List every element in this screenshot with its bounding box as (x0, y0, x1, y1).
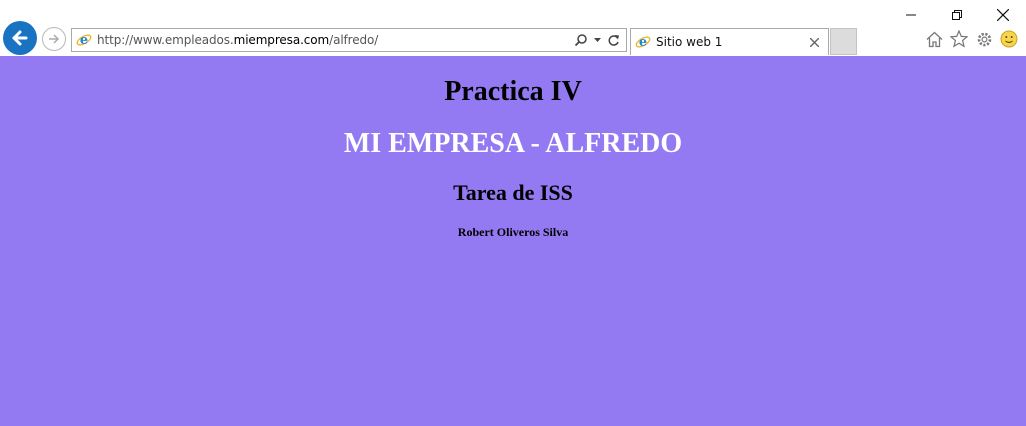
forward-button[interactable] (42, 27, 66, 51)
window-controls (888, 0, 1026, 30)
svg-text:e: e (639, 35, 647, 50)
settings-button[interactable] (975, 30, 993, 48)
smiley-icon (1000, 30, 1018, 48)
page-heading-practica: Practica IV (444, 76, 582, 107)
back-button[interactable] (3, 21, 37, 55)
ie-logo-icon: e (635, 35, 651, 50)
svg-text:e: e (80, 33, 88, 48)
minimize-button[interactable] (888, 0, 934, 30)
close-window-button[interactable] (980, 0, 1026, 30)
tab-label: Sitio web 1 (656, 35, 723, 49)
restore-icon (952, 10, 962, 20)
close-icon (809, 37, 819, 47)
close-icon (997, 9, 1009, 21)
browser-toolbar (925, 30, 1018, 48)
new-tab-button[interactable] (830, 28, 857, 55)
forward-arrow-icon (49, 34, 60, 44)
favorites-button[interactable] (950, 30, 968, 48)
address-bar[interactable]: e http://www.empleados.miempresa.com/alf… (71, 28, 627, 52)
back-arrow-icon (12, 30, 28, 46)
page-heading-empresa: MI EMPRESA - ALFREDO (343, 128, 683, 159)
url-prefix: http://www.empleados. (97, 33, 234, 47)
browser-chrome: e http://www.empleados.miempresa.com/alf… (0, 0, 1026, 56)
browser-window: e http://www.empleados.miempresa.com/alf… (0, 0, 1026, 426)
tab-sitio-web-1[interactable]: e Sitio web 1 (630, 28, 829, 55)
web-page-content: Practica IV MI EMPRESA - ALFREDO Tarea d… (0, 56, 1026, 426)
chevron-down-icon[interactable] (594, 37, 601, 43)
url-suffix: /alfredo/ (329, 33, 379, 47)
minimize-icon (906, 14, 916, 16)
ie-logo-icon: e (76, 33, 92, 48)
search-icon[interactable] (574, 33, 588, 47)
url-domain: miempresa.com (233, 33, 330, 47)
gear-icon (977, 32, 991, 46)
refresh-icon[interactable] (607, 34, 620, 47)
url-text[interactable]: http://www.empleados.miempresa.com/alfre… (97, 33, 574, 47)
tab-close-button[interactable] (806, 34, 822, 50)
address-actions (574, 33, 626, 47)
restore-button[interactable] (934, 0, 980, 30)
star-icon (950, 30, 968, 48)
feedback-button[interactable] (1000, 30, 1018, 48)
home-button[interactable] (925, 30, 943, 48)
page-author: Robert Oliveros Silva (457, 225, 569, 239)
home-icon (926, 31, 942, 47)
page-subheading-tarea: Tarea de ISS (453, 180, 573, 205)
